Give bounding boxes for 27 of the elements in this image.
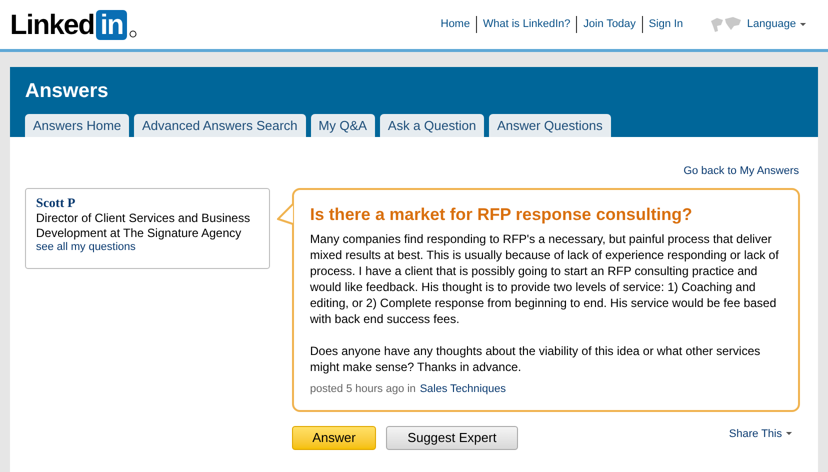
- suggest-expert-button[interactable]: Suggest Expert: [386, 426, 518, 450]
- tab[interactable]: Answers Home: [25, 114, 130, 137]
- question-paragraph: Many companies find responding to RFP's a necessary, but painful process that deliver mixed results at best. This is usually because of lack of experience responding or lack of process. I have a client that is possibly going to start an RFP consulting practice and would like feedback. His thought is to provide two levels of service: 1) Coaching and editing, or 2) Complete response from beginning to end. His service would be fee based with back end success fees.: [310, 230, 780, 326]
- language-menu[interactable]: Language: [747, 16, 806, 33]
- world-map-icon: [709, 16, 744, 34]
- tab[interactable]: Advanced Answers Search: [134, 114, 306, 137]
- posted-time: posted 5 hours ago in: [310, 382, 416, 396]
- tab[interactable]: Answer Questions: [489, 114, 611, 137]
- nav-link[interactable]: What is LinkedIn?: [476, 16, 576, 33]
- author-headline: Director of Client Services and Business Development at The Signature Agency: [36, 210, 252, 240]
- tab[interactable]: My Q&A: [310, 114, 375, 137]
- author-name[interactable]: Scott P: [36, 194, 259, 210]
- nav-link[interactable]: Sign In: [642, 16, 690, 33]
- caret-icon: [800, 22, 806, 26]
- nav-link[interactable]: Home: [434, 16, 476, 33]
- share-menu[interactable]: Share This: [729, 426, 792, 442]
- question-title: Is there a market for RFP response consulting?: [310, 204, 694, 226]
- category-link[interactable]: Sales Techniques: [420, 380, 506, 397]
- linkedin-logo[interactable]: Linked in: [10, 10, 138, 40]
- caret-icon: [786, 432, 792, 436]
- nav-link[interactable]: Join Today: [576, 16, 642, 33]
- question-paragraph: Does anyone have any thoughts about the viability of this idea or what other services might make sense? Thanks in advance.: [310, 342, 762, 374]
- tab[interactable]: Ask a Question: [380, 114, 484, 137]
- questions-link[interactable]: see all my questions: [36, 240, 259, 254]
- back-link[interactable]: Go back to My Answers: [683, 163, 799, 180]
- answer-button[interactable]: Answer: [292, 426, 376, 450]
- section-title: Answers: [25, 79, 110, 103]
